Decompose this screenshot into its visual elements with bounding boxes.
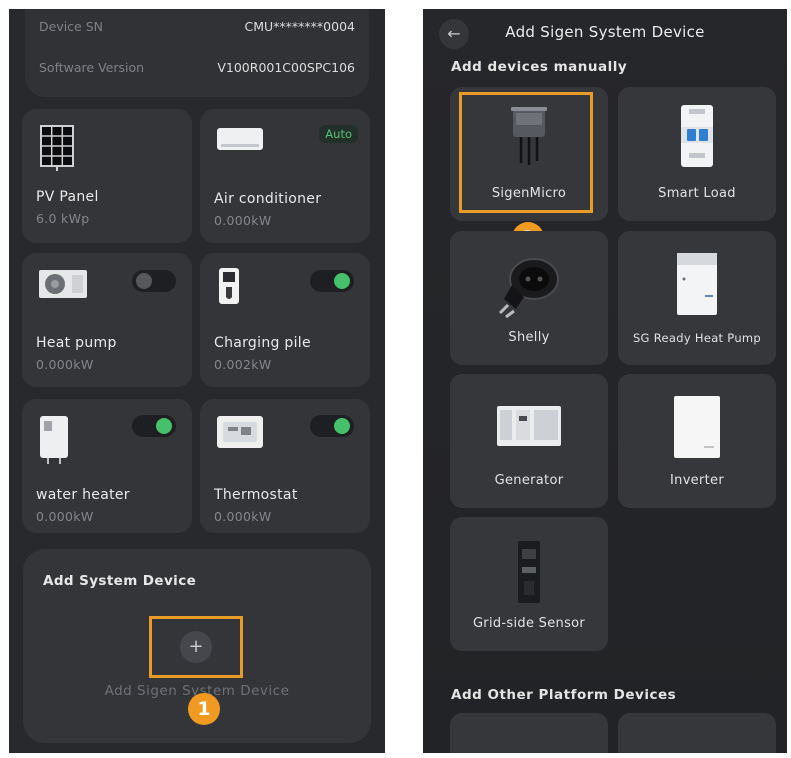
device-name: Air conditioner <box>214 191 322 207</box>
device-sn-label: Device SN <box>39 19 104 34</box>
add-plus-button[interactable]: + <box>180 631 212 663</box>
page-title: Add Sigen System Device <box>505 23 705 41</box>
device-card-thermostat[interactable]: Thermostat 0.000kW <box>200 399 370 533</box>
device-power: 0.000kW <box>36 509 94 524</box>
tile-label: SG Ready Heat Pump <box>632 331 762 345</box>
device-sn-value: CMU********0004 <box>244 19 355 34</box>
device-power: 0.000kW <box>36 357 94 372</box>
other-platform-tile[interactable] <box>618 713 776 753</box>
device-power: 0.002kW <box>214 357 272 372</box>
step-badge-1: 1 <box>188 693 220 725</box>
tile-label: Generator <box>494 473 564 488</box>
device-power: 6.0 kWp <box>36 211 90 226</box>
device-card-pv-panel[interactable]: PV Panel 6.0 kWp <box>22 109 192 243</box>
device-name: Charging pile <box>214 335 311 351</box>
software-version-row: Software Version V100R001C00SPC106 <box>39 60 355 75</box>
tile-sg-ready-heat-pump[interactable]: SG Ready Heat Pump <box>618 231 776 365</box>
device-name: PV Panel <box>36 189 99 205</box>
software-version-value: V100R001C00SPC106 <box>217 60 355 75</box>
device-name: Heat pump <box>36 335 117 351</box>
water-heater-icon <box>40 416 68 464</box>
add-devices-manually-heading: Add devices manually <box>451 59 628 75</box>
add-other-platform-devices-heading: Add Other Platform Devices <box>451 687 677 703</box>
software-version-label: Software Version <box>39 60 145 75</box>
add-system-device-card: Add System Device + Add Sigen System Dev… <box>23 549 371 743</box>
device-card-heat-pump[interactable]: Heat pump 0.000kW <box>22 253 192 387</box>
device-sn-row: Device SN CMU********0004 <box>39 19 355 34</box>
heat-pump-toggle[interactable] <box>132 270 176 292</box>
tile-shelly[interactable]: Shelly <box>450 231 608 365</box>
device-power: 0.000kW <box>214 509 272 524</box>
pv-panel-icon <box>40 125 74 171</box>
device-name: water heater <box>36 487 130 503</box>
heat-pump-icon <box>39 270 87 298</box>
air-conditioner-icon <box>217 128 263 150</box>
tile-generator[interactable]: Generator <box>450 374 608 508</box>
charging-pile-icon <box>219 268 239 304</box>
tile-inverter[interactable]: Inverter <box>618 374 776 508</box>
device-card-air-conditioner[interactable]: Auto Air conditioner 0.000kW <box>200 109 370 243</box>
device-card-charging-pile[interactable]: Charging pile 0.002kW <box>200 253 370 387</box>
device-overview-screen: Device SN CMU********0004 Software Versi… <box>9 9 385 753</box>
smart-load-icon <box>681 105 713 167</box>
thermostat-toggle[interactable] <box>310 415 354 437</box>
device-card-water-heater[interactable]: water heater 0.000kW <box>22 399 192 533</box>
thermostat-icon <box>217 416 263 448</box>
tile-smart-load[interactable]: Smart Load <box>618 87 776 221</box>
water-heater-toggle[interactable] <box>132 415 176 437</box>
device-name: Thermostat <box>214 487 298 503</box>
generator-icon <box>497 406 561 446</box>
device-power: 0.000kW <box>214 213 272 228</box>
shelly-plug-icon <box>498 258 559 319</box>
selected-tile-highlight <box>459 92 593 213</box>
inverter-icon <box>674 396 720 458</box>
auto-mode-badge: Auto <box>319 125 358 143</box>
other-platform-tile[interactable] <box>450 713 608 753</box>
system-info-card: Device SN CMU********0004 Software Versi… <box>25 9 369 97</box>
add-system-device-title: Add System Device <box>43 573 197 589</box>
tile-label: Grid-side Sensor <box>472 616 586 631</box>
grid-side-sensor-icon <box>518 541 540 603</box>
add-sigen-system-device-screen: ← Add Sigen System Device Add devices ma… <box>423 9 787 753</box>
tile-label: Smart Load <box>658 186 736 201</box>
tile-label: Shelly <box>508 330 550 345</box>
highlight-frame: + <box>149 616 243 678</box>
tile-grid-side-sensor[interactable]: Grid-side Sensor <box>450 517 608 651</box>
sg-ready-heat-pump-icon <box>677 253 717 315</box>
charging-pile-toggle[interactable] <box>310 270 354 292</box>
tile-label: Inverter <box>670 473 724 488</box>
